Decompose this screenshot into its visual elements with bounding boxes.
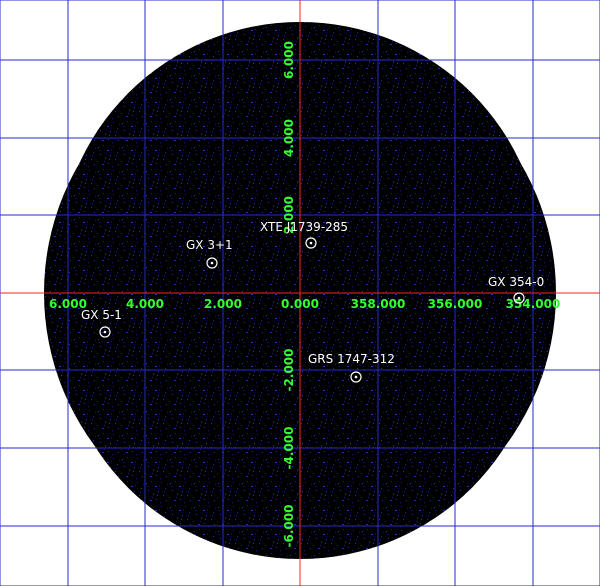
source-label: GX 3+1 <box>186 238 233 252</box>
longitude-tick-label: 4.000 <box>126 297 164 311</box>
longitude-tick-label: 356.000 <box>428 297 483 311</box>
latitude-tick-label: 6.000 <box>282 41 296 79</box>
latitude-tick-label: -6.000 <box>282 505 296 548</box>
source-dot <box>210 261 214 265</box>
source-dot <box>354 375 358 379</box>
source-label: XTE J1739-285 <box>260 220 348 234</box>
source-label: GRS 1747-312 <box>308 352 395 366</box>
sky-map[interactable]: 6.000 4.000 2.000 0.000 358.000 356.000 354.00… <box>0 0 600 586</box>
latitude-tick-label: -4.000 <box>282 427 296 470</box>
longitude-tick-label: 0.000 <box>281 297 319 311</box>
source-label: GX 5-1 <box>81 308 122 322</box>
latitude-tick-label: 4.000 <box>282 119 296 157</box>
source-dot <box>103 330 107 334</box>
source-dot <box>517 296 521 300</box>
latitude-tick-label: -2.000 <box>282 349 296 392</box>
longitude-tick-label: 358.000 <box>351 297 406 311</box>
source-label: GX 354-0 <box>488 275 544 289</box>
longitude-tick-label: 2.000 <box>204 297 242 311</box>
source-dot <box>309 241 313 245</box>
